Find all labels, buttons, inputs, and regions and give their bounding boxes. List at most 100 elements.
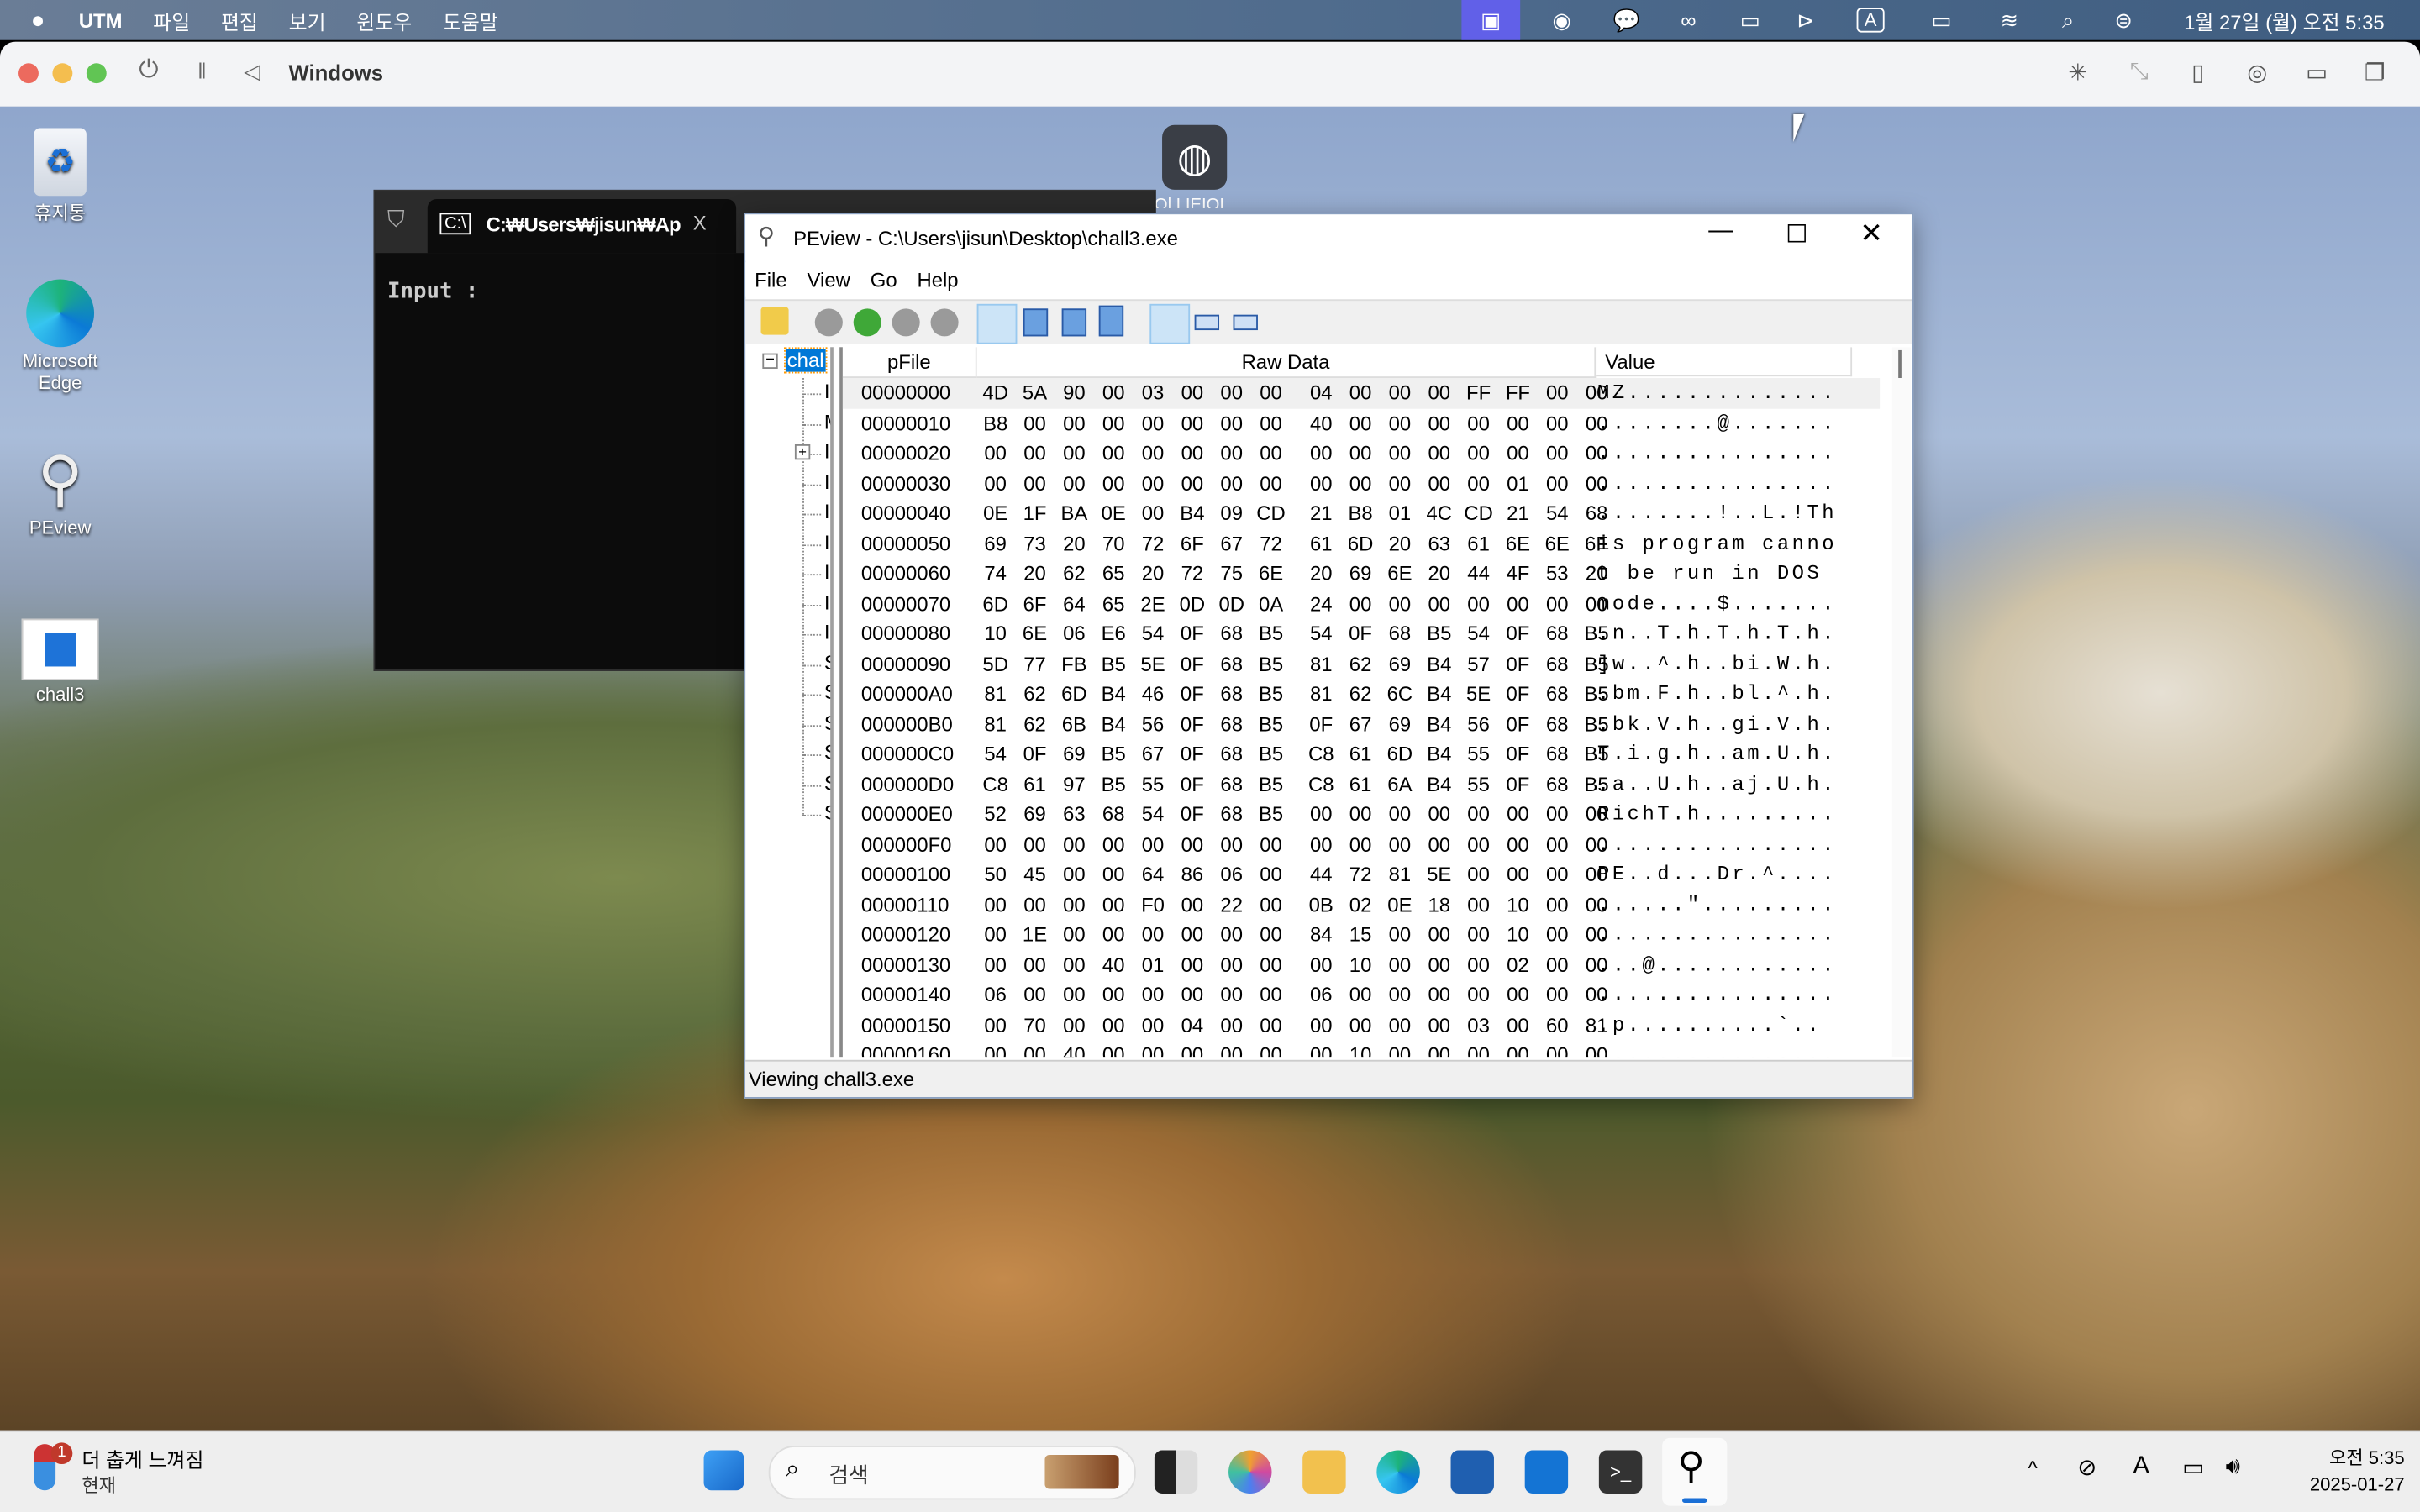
record-icon[interactable]: ◉	[1540, 0, 1583, 40]
console-tab[interactable]: C:\ C:₩Users₩jisun₩Ap X	[427, 198, 737, 254]
start-icon[interactable]	[703, 1450, 744, 1491]
control-center-icon[interactable]: ⊜	[2105, 0, 2142, 40]
tree-item[interactable]: M	[824, 410, 830, 433]
collapse-icon[interactable]: −	[762, 353, 778, 369]
layout-16-icon[interactable]	[1150, 303, 1191, 344]
hex-row[interactable]: 00000130 00 00 00 40 01 00 00 00 00 10 00 00 00 02 00 00…	[843, 950, 1880, 980]
task-view-icon[interactable]	[1154, 1450, 1198, 1494]
glasses-icon[interactable]: ∞	[1667, 0, 1710, 40]
hex-row[interactable]: 00000000 4D 5A 90 00 03 00 00 00 04 00 00 00 FF FF 00 00…	[842, 378, 1881, 408]
hex-row[interactable]: 00000160 00 00 40 00 00 00 00 00 00 10 00 00 00 00 00 00…	[843, 1040, 1880, 1058]
tree-item[interactable]: I	[824, 591, 830, 614]
minimize-button[interactable]: —	[1708, 218, 1733, 245]
view-byte-icon[interactable]	[976, 303, 1018, 344]
hex-row[interactable]: 00000070 6D 6F 64 65 2E 0D 0D 0A 24 00 00 00 00 00 00 00…	[843, 589, 1880, 619]
open-file-icon[interactable]	[760, 307, 789, 335]
up-icon[interactable]	[814, 308, 843, 337]
hex-row[interactable]: 00000120 00 1E 00 00 00 00 00 00 84 15 00 00 00 10 00 00…	[843, 920, 1880, 950]
menu-edit[interactable]: 편집	[221, 5, 258, 34]
hex-row[interactable]: 00000030 00 00 00 00 00 00 00 00 00 00 00 00 00 01 00 00…	[843, 468, 1880, 498]
close-button[interactable]: ✕	[1860, 218, 1883, 250]
close-window-button[interactable]	[18, 63, 39, 84]
resize-icon[interactable]: ⤡	[2130, 59, 2149, 85]
expand-icon[interactable]: +	[794, 444, 811, 460]
taskbar-date[interactable]: 2025-01-27	[2281, 1473, 2405, 1495]
ime-indicator[interactable]: A	[2133, 1453, 2149, 1481]
hex-row[interactable]: 00000140 06 00 00 00 00 00 00 00 06 00 00 00 00 00 00 00…	[843, 979, 1880, 1010]
down-icon[interactable]	[853, 308, 881, 337]
column-header-raw-data[interactable]: Raw Data	[976, 347, 1597, 379]
hex-row[interactable]: 000000E0 52 69 63 68 54 0F 68 B5 00 00 00 00 00 00 00 00…	[843, 799, 1880, 829]
battery-icon[interactable]: ▭	[1917, 0, 1966, 40]
hex-row[interactable]: 00000020 00 00 00 00 00 00 00 00 00 00 00 00 00 00 00 00…	[843, 438, 1880, 469]
play-icon[interactable]: ⊳	[1784, 0, 1827, 40]
hex-view[interactable]: pFile Raw Data Value 00000000 4D 5A 90 00 03 0…	[839, 347, 1911, 1058]
hex-row[interactable]: 00000090 5D 77 FB B5 5E 0F 68 B5 81 62 69 B4 57 0F 68 B5…	[843, 648, 1880, 679]
apple-icon[interactable]: ●	[31, 7, 45, 33]
menu-clock[interactable]: 1월 27일 (월) 오전 5:35	[2160, 0, 2407, 40]
forward-icon[interactable]	[930, 308, 959, 337]
menu-file[interactable]: File	[745, 262, 797, 296]
capture-mouse-icon[interactable]: ✳	[2068, 59, 2087, 87]
desktop-icon-chall3[interactable]: chall3	[6, 618, 114, 705]
terminal-icon[interactable]: >_	[1598, 1450, 1643, 1494]
hex-row[interactable]: 000000A0 81 62 6D B4 46 0F 68 B5 81 62 6C B4 5E 0F 68 B5…	[843, 679, 1880, 709]
desktop-icon-edge[interactable]: Microsoft Edge	[6, 279, 114, 393]
tree-item[interactable]: S	[824, 770, 830, 794]
menu-file[interactable]: 파일	[153, 5, 190, 34]
store-icon[interactable]	[1450, 1450, 1494, 1494]
network-icon[interactable]: ▭	[2182, 1453, 2204, 1481]
column-header-pfile[interactable]: pFile	[842, 347, 977, 379]
tree-item[interactable]: S	[824, 650, 830, 674]
scrollbar-thumb[interactable]	[1898, 349, 1902, 379]
search-box[interactable]: ⌕ 검색	[768, 1446, 1136, 1500]
chat-icon[interactable]: 💬	[1605, 0, 1648, 40]
structure-tree[interactable]: − chal IMIIIIIIISSSSSS+	[746, 347, 834, 1058]
peview-taskbar-button[interactable]: ⚲	[1662, 1437, 1728, 1506]
zoom-window-button[interactable]	[86, 63, 107, 84]
hex-row[interactable]: 00000100 50 45 00 00 64 86 06 00 44 72 81 5E 00 00 00 00…	[843, 859, 1880, 890]
tree-item[interactable]: I	[824, 439, 830, 463]
copilot-icon[interactable]	[1228, 1450, 1272, 1494]
wifi-icon[interactable]: ≋	[1988, 0, 2031, 40]
tree-item[interactable]: I	[824, 530, 830, 554]
column-header-value[interactable]: Value	[1596, 347, 1853, 377]
back-icon[interactable]: ◁	[244, 59, 260, 85]
menu-app-utm[interactable]: UTM	[79, 8, 123, 32]
tree-item[interactable]: I	[824, 560, 830, 584]
menu-help[interactable]: Help	[908, 262, 969, 296]
hex-row[interactable]: 00000150 00 70 00 00 00 04 00 00 00 00 00 00 03 00 60 81…	[843, 1010, 1880, 1040]
maximize-button[interactable]: ☐	[1786, 219, 1807, 250]
scrollbar[interactable]	[1891, 347, 1911, 1058]
menu-help[interactable]: 도움말	[443, 5, 498, 34]
tree-item[interactable]: I	[824, 620, 830, 643]
menu-view[interactable]: View	[798, 262, 861, 296]
layout-4-icon[interactable]	[1233, 314, 1258, 331]
hex-row[interactable]: 00000060 74 20 62 65 20 72 75 6E 20 69 6E 20 44 4F 53 20…	[843, 559, 1880, 589]
display-icon[interactable]: ▭	[1728, 0, 1771, 40]
menu-go[interactable]: Go	[861, 262, 908, 296]
outlook-icon[interactable]	[1524, 1450, 1569, 1494]
input-source-icon[interactable]: A	[1849, 0, 1891, 40]
tree-item[interactable]: I	[824, 500, 830, 523]
desktop-icon-peview[interactable]: ⚲ PEview	[6, 446, 114, 538]
hex-row[interactable]: 00000010 B8 00 00 00 00 00 00 00 40 00 00 00 00 00 00 00…	[843, 408, 1880, 438]
view-dword-icon[interactable]	[1061, 308, 1087, 337]
hex-row[interactable]: 00000080 10 6E 06 E6 54 0F 68 B5 54 0F 68 B5 54 0F 68 B5…	[843, 619, 1880, 649]
hex-row[interactable]: 000000D0 C8 61 97 B5 55 0F 68 B5 C8 61 6A B4 55 0F 68 B5…	[843, 769, 1880, 800]
usb-icon[interactable]: ▯	[2191, 59, 2204, 87]
user-shortcut-icon[interactable]: ◍	[1162, 124, 1228, 190]
screen-share-icon[interactable]: ▣	[1461, 0, 1521, 40]
close-tab-button[interactable]: X	[693, 212, 707, 235]
taskbar-time[interactable]: 오전 5:35	[2281, 1444, 2405, 1470]
edge-icon[interactable]	[1376, 1450, 1420, 1494]
hex-row[interactable]: 00000110 00 00 00 00 F0 00 22 00 0B 02 0E 18 00 10 00 00…	[843, 890, 1880, 920]
menu-view[interactable]: 보기	[289, 5, 326, 34]
tree-item[interactable]: S	[824, 741, 830, 764]
tree-item[interactable]: S	[824, 801, 830, 824]
tree-item[interactable]: I	[824, 380, 830, 403]
tree-item[interactable]: S	[824, 711, 830, 734]
file-explorer-icon[interactable]	[1302, 1450, 1346, 1494]
power-icon[interactable]: ⏻	[139, 57, 158, 85]
windows-icon[interactable]: ❐	[2365, 59, 2386, 87]
